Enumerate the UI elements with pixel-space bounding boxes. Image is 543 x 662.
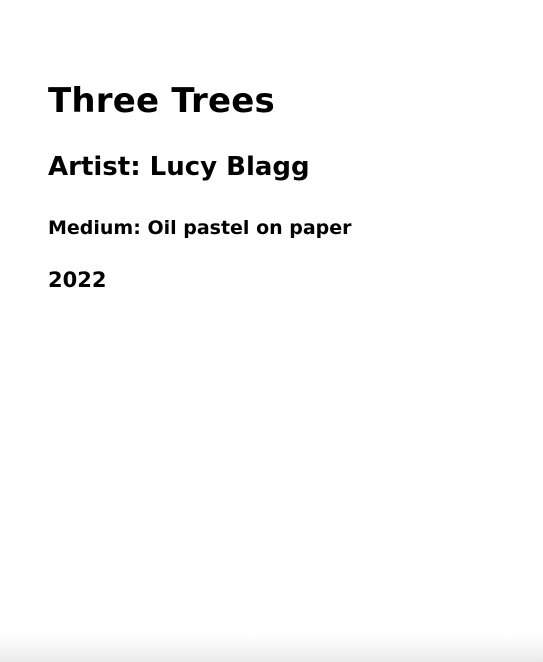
- artwork-details: Three Trees Artist: Lucy Blagg Medium: O…: [48, 78, 523, 292]
- artwork-artist: Artist: Lucy Blagg: [48, 152, 310, 182]
- artwork-title: Three Trees: [48, 81, 275, 121]
- artwork-info-page: Three Trees Artist: Lucy Blagg Medium: O…: [0, 0, 543, 662]
- artwork-year: 2022: [48, 268, 107, 292]
- artwork-medium: Medium: Oil pastel on paper: [48, 217, 352, 239]
- bottom-shadow: [0, 634, 543, 662]
